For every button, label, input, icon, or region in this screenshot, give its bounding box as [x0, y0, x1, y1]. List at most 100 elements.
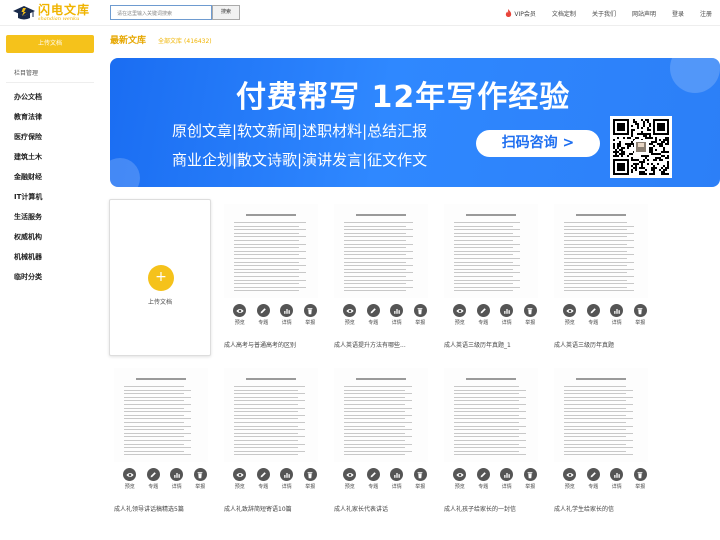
nav-about[interactable]: 关于我们 — [592, 9, 616, 18]
topic-button[interactable]: 专题 — [142, 468, 166, 492]
sidebar-item-temporary[interactable]: 临时分类 — [14, 272, 42, 292]
document-thumbnail[interactable] — [554, 204, 648, 298]
preview-button[interactable]: 预览 — [558, 304, 582, 328]
details-button[interactable]: 详情 — [275, 468, 299, 492]
upload-card[interactable]: + 上传文档 — [109, 199, 211, 356]
document-card[interactable]: 预览 专题 详情 举报成人礼领导讲话稿精选5篇 — [110, 368, 212, 518]
details-button[interactable]: 详情 — [605, 304, 629, 328]
document-thumbnail[interactable] — [554, 368, 648, 462]
thumbnail-text-line — [454, 414, 519, 416]
topic-button[interactable]: 专题 — [472, 304, 496, 328]
site-logo[interactable]: 闪电文库 shandian wenku — [12, 2, 90, 24]
thumbnail-text-line — [234, 414, 305, 416]
document-thumbnail[interactable] — [444, 204, 538, 298]
sidebar-item-education-law[interactable]: 教育法律 — [14, 112, 42, 132]
document-thumbnail[interactable] — [224, 368, 318, 462]
topic-button[interactable]: 专题 — [362, 468, 386, 492]
topic-button[interactable]: 专题 — [252, 304, 276, 328]
document-card[interactable]: 预览 专题 详情 举报成人高考与普通高考的区别 — [220, 204, 322, 354]
sidebar-item-finance[interactable]: 金融财经 — [14, 172, 42, 192]
document-title[interactable]: 成人英语三级历年真题_1 — [444, 340, 544, 349]
report-button[interactable]: 举报 — [189, 468, 213, 492]
thumbnail-text-line — [564, 414, 626, 416]
document-title[interactable]: 成人礼领导讲话稿精选5篇 — [114, 504, 214, 513]
topic-button[interactable]: 专题 — [582, 468, 606, 492]
document-title[interactable]: 成人礼学生给家长的信 — [554, 504, 654, 513]
details-button[interactable]: 详情 — [385, 468, 409, 492]
trash-icon — [633, 304, 647, 317]
thumbnail-text-line — [454, 422, 519, 423]
preview-button[interactable]: 预览 — [228, 468, 252, 492]
topic-label: 专题 — [148, 484, 159, 490]
report-button[interactable]: 举报 — [519, 468, 543, 492]
document-card[interactable]: 预览 专题 详情 举报成人礼学生给家长的信 — [550, 368, 652, 518]
sidebar-item-machinery[interactable]: 机械机器 — [14, 252, 42, 272]
sidebar-item-it[interactable]: IT计算机 — [14, 192, 42, 212]
thumbnail-text-line — [454, 429, 519, 431]
document-card[interactable]: 预览 专题 详情 举报成人礼致辞简短寄语10篇 — [220, 368, 322, 518]
report-button[interactable]: 举报 — [629, 304, 653, 328]
thumbnail-text-line — [124, 407, 184, 409]
document-title[interactable]: 成人礼家长代表讲话 — [334, 504, 434, 513]
nav-vip[interactable]: VIP会员 — [505, 9, 536, 18]
thumbnail-text-line — [564, 396, 633, 398]
preview-button[interactable]: 预览 — [448, 468, 472, 492]
preview-button[interactable]: 预览 — [338, 468, 362, 492]
topic-button[interactable]: 专题 — [582, 304, 606, 328]
document-thumbnail[interactable] — [224, 204, 318, 298]
document-title[interactable]: 成人礼致辞简短寄语10篇 — [224, 504, 324, 513]
search-button[interactable]: 搜索 — [212, 5, 240, 20]
sidebar-item-medical-insurance[interactable]: 医疗保险 — [14, 132, 42, 152]
document-title[interactable]: 成人英语三级历年真题 — [554, 340, 654, 349]
report-button[interactable]: 举报 — [409, 468, 433, 492]
details-button[interactable]: 详情 — [495, 304, 519, 328]
sidebar-item-life-services[interactable]: 生活服务 — [14, 212, 42, 232]
preview-button[interactable]: 预览 — [118, 468, 142, 492]
topic-button[interactable]: 专题 — [252, 468, 276, 492]
nav-custom-docs[interactable]: 文档定制 — [552, 9, 576, 18]
document-card[interactable]: 预览 专题 详情 举报成人英语提升方法有哪些... — [330, 204, 432, 354]
report-button[interactable]: 举报 — [299, 304, 323, 328]
thumbnail-text-line — [564, 411, 633, 413]
nav-register[interactable]: 注册 — [700, 9, 712, 18]
document-thumbnail[interactable] — [114, 368, 208, 462]
details-button[interactable]: 详情 — [275, 304, 299, 328]
preview-button[interactable]: 预览 — [448, 304, 472, 328]
sidebar-item-authority[interactable]: 权威机构 — [14, 232, 42, 252]
details-button[interactable]: 详情 — [605, 468, 629, 492]
preview-button[interactable]: 预览 — [338, 304, 362, 328]
preview-button[interactable]: 预览 — [228, 304, 252, 328]
nav-login[interactable]: 登录 — [672, 9, 684, 18]
document-card[interactable]: 预览 专题 详情 举报成人英语三级历年真题_1 — [440, 204, 542, 354]
thumbnail-text-line — [454, 268, 513, 270]
details-button[interactable]: 详情 — [495, 468, 519, 492]
document-card[interactable]: 预览 专题 详情 举报成人英语三级历年真题 — [550, 204, 652, 354]
document-thumbnail[interactable] — [444, 368, 538, 462]
search-input[interactable]: 请在这里输入关键词搜索 — [110, 5, 212, 20]
report-button[interactable]: 举报 — [519, 304, 543, 328]
all-docs-link[interactable]: 全部文库 — [158, 36, 182, 45]
document-title[interactable]: 成人英语提升方法有哪些... — [334, 340, 434, 349]
topic-button[interactable]: 专题 — [362, 304, 386, 328]
report-button[interactable]: 举报 — [629, 468, 653, 492]
promo-banner[interactable]: 付费帮写 12年写作经验 原创文章|软文新闻|述职材料|总结汇报 商业企划|散文… — [110, 58, 720, 187]
sidebar-item-office[interactable]: 办公文档 — [14, 92, 42, 112]
sidebar-item-construction[interactable]: 建筑土木 — [14, 152, 42, 172]
preview-button[interactable]: 预览 — [558, 468, 582, 492]
scan-consult-button[interactable]: 扫码咨询 > — [476, 130, 600, 157]
report-button[interactable]: 举报 — [299, 468, 323, 492]
nav-statement[interactable]: 网站声明 — [632, 9, 656, 18]
details-button[interactable]: 详情 — [165, 468, 189, 492]
details-button[interactable]: 详情 — [385, 304, 409, 328]
report-button[interactable]: 举报 — [409, 304, 433, 328]
topic-button[interactable]: 专题 — [472, 468, 496, 492]
thumbnail-text-line — [234, 396, 298, 398]
document-card[interactable]: 预览 专题 详情 举报成人礼家长代表讲话 — [330, 368, 432, 518]
document-thumbnail[interactable] — [334, 204, 428, 298]
thumbnail-text-line — [564, 443, 626, 445]
document-title[interactable]: 成人礼孩子给家长的一封信 — [444, 504, 544, 513]
document-thumbnail[interactable] — [334, 368, 428, 462]
document-title[interactable]: 成人高考与普通高考的区别 — [224, 340, 324, 349]
upload-document-button[interactable]: 上传文档 — [6, 35, 94, 53]
document-card[interactable]: 预览 专题 详情 举报成人礼孩子给家长的一封信 — [440, 368, 542, 518]
